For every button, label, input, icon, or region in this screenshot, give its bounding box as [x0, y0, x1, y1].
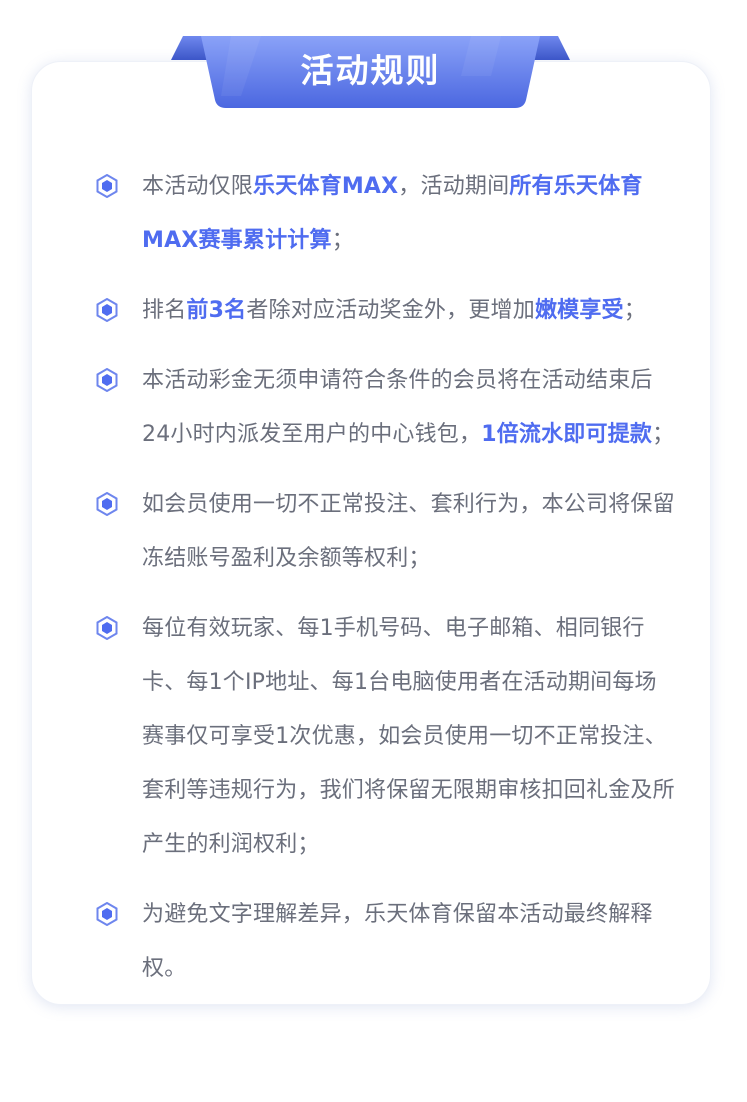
- list-item: 每位有效玩家、每1手机号码、电子邮箱、相同银行卡、每1个IP地址、每1台电脑使用…: [96, 602, 676, 872]
- rule-text: 本活动彩金无须申请符合条件的会员将在活动结束后24小时内派发至用户的中心钱包，1…: [142, 368, 675, 447]
- hexagon-bullet-icon: [96, 615, 118, 641]
- rule-text: 每位有效玩家、每1手机号码、电子邮箱、相同银行卡、每1个IP地址、每1台电脑使用…: [142, 616, 675, 857]
- rules-list: 本活动仅限乐天体育MAX，活动期间所有乐天体育MAX赛事累计计算； 排名前3名者…: [96, 160, 676, 1012]
- rule-text: 为避免文字理解差异，乐天体育保留本活动最终解释权。: [142, 902, 653, 981]
- rule-text: 排名前3名者除对应活动奖金外，更增加嫩模享受；: [142, 298, 646, 323]
- list-item: 如会员使用一切不正常投注、套利行为，本公司将保留冻结账号盈利及余额等权利；: [96, 478, 676, 586]
- rule-highlight: 1倍流水即可提款: [481, 422, 653, 447]
- hexagon-bullet-icon: [96, 491, 118, 517]
- hexagon-bullet-icon: [96, 901, 118, 927]
- list-item: 本活动彩金无须申请符合条件的会员将在活动结束后24小时内派发至用户的中心钱包，1…: [96, 354, 676, 462]
- list-item: 排名前3名者除对应活动奖金外，更增加嫩模享受；: [96, 284, 676, 338]
- list-item: 本活动仅限乐天体育MAX，活动期间所有乐天体育MAX赛事累计计算；: [96, 160, 676, 268]
- rule-text: 如会员使用一切不正常投注、套利行为，本公司将保留冻结账号盈利及余额等权利；: [142, 492, 675, 571]
- hexagon-bullet-icon: [96, 173, 118, 199]
- rule-highlight: 乐天体育MAX: [253, 174, 399, 199]
- hexagon-bullet-icon: [96, 367, 118, 393]
- rule-highlight: 嫩模享受: [534, 298, 624, 323]
- page-title: 活动规则: [300, 51, 441, 90]
- list-item: 为避免文字理解差异，乐天体育保留本活动最终解释权。: [96, 888, 676, 996]
- hexagon-bullet-icon: [96, 297, 118, 323]
- rule-highlight: 前3名: [186, 298, 247, 323]
- rules-title-banner: 活动规则: [171, 36, 570, 110]
- rule-text: 本活动仅限乐天体育MAX，活动期间所有乐天体育MAX赛事累计计算；: [142, 174, 643, 253]
